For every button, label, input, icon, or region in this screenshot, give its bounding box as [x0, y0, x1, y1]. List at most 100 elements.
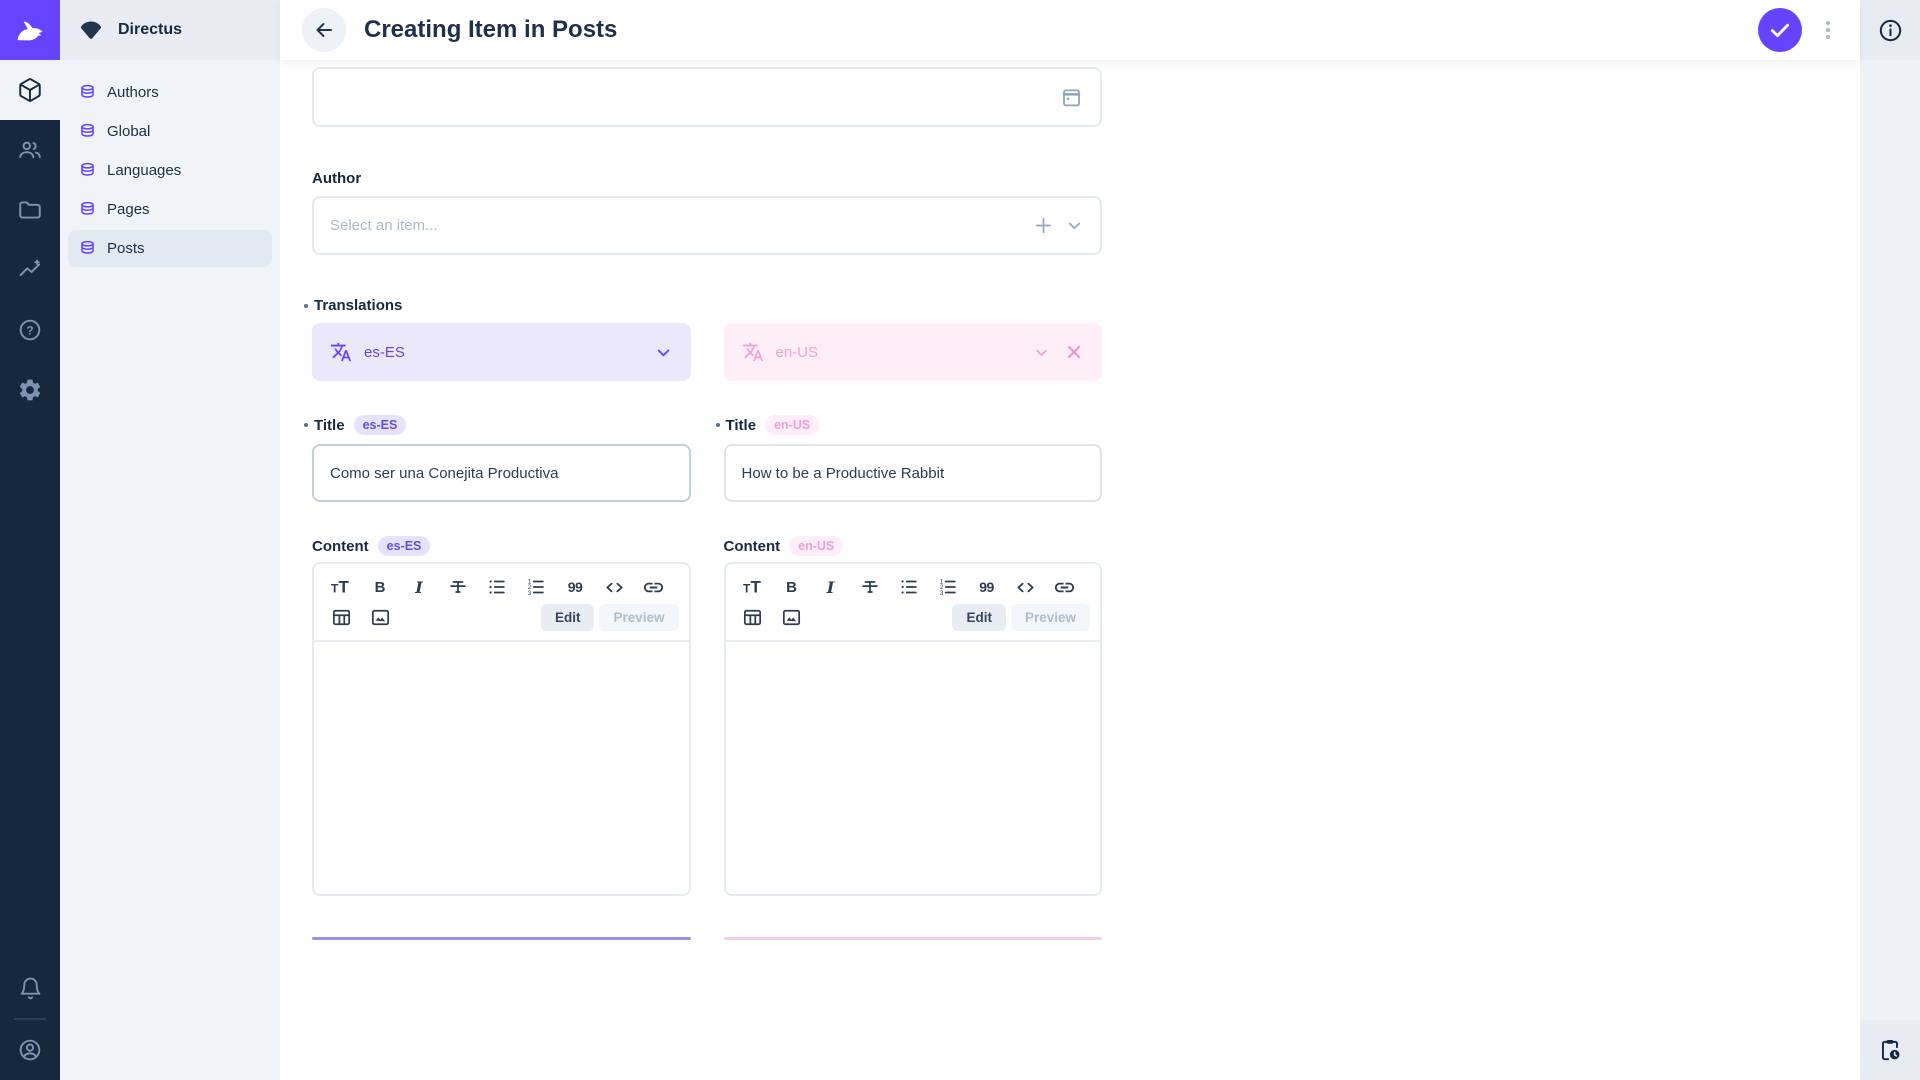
info-sidebar-button[interactable] [1860, 0, 1920, 60]
nav-item-label: Authors [107, 84, 159, 101]
markdown-editor-primary: T T B I [312, 562, 691, 896]
nav-item-label: Languages [107, 162, 181, 179]
code-icon[interactable] [601, 574, 627, 600]
module-insights[interactable] [0, 240, 60, 300]
preview-mode-button[interactable]: Preview [1011, 604, 1090, 631]
activity-sidebar-button[interactable] [1860, 1020, 1920, 1080]
heading-icon[interactable]: T T [328, 574, 354, 600]
nav-item-posts[interactable]: Posts [68, 230, 272, 267]
close-icon[interactable] [1064, 342, 1084, 362]
strikethrough-icon[interactable] [857, 574, 883, 600]
module-file-library[interactable] [0, 180, 60, 240]
title-field-secondary-block: Title en-US How to be a Productive Rabbi… [724, 414, 1103, 502]
directus-logo-button[interactable] [0, 0, 60, 60]
bold-icon[interactable]: B [367, 574, 393, 600]
language-selector-secondary[interactable]: en-US [724, 323, 1103, 381]
italic-icon[interactable]: I [406, 574, 432, 600]
main-area: Creating Item in Posts [280, 0, 1860, 1080]
nav-item-languages[interactable]: Languages [68, 152, 272, 189]
blockquote-icon[interactable]: 99 [562, 574, 588, 600]
rabbit-logo-icon [11, 11, 49, 49]
author-label: Author [312, 170, 1102, 187]
save-button[interactable] [1758, 8, 1802, 52]
language-selector-primary[interactable]: es-ES [312, 323, 691, 381]
preview-mode-button[interactable]: Preview [599, 604, 678, 631]
item-form: Author Select an item... [280, 60, 1860, 1080]
page-title: Creating Item in Posts [364, 16, 1740, 44]
title-input-secondary[interactable]: How to be a Productive Rabbit [724, 444, 1103, 502]
nav-item-authors[interactable]: Authors [68, 74, 272, 111]
plus-icon[interactable] [1032, 214, 1055, 237]
module-user-directory[interactable] [0, 120, 60, 180]
required-dot [304, 423, 308, 427]
module-content[interactable] [0, 60, 60, 120]
bullet-list-icon[interactable] [484, 574, 510, 600]
numbered-list-icon[interactable]: 1 2 3 [935, 574, 961, 600]
box-icon [17, 77, 43, 103]
chevron-down-icon[interactable] [654, 343, 673, 362]
help-icon: ? [17, 317, 43, 343]
svg-text:T: T [339, 578, 350, 597]
calendar-icon[interactable] [1059, 85, 1084, 110]
strikethrough-icon[interactable] [445, 574, 471, 600]
author-select[interactable]: Select an item... [312, 196, 1102, 255]
title-field-primary-block: Title es-ES Como ser una Conejita Produc… [312, 414, 691, 502]
content-label: Content es-ES [312, 536, 691, 556]
edit-mode-button[interactable]: Edit [952, 604, 1006, 631]
more-options-button[interactable] [1820, 13, 1836, 47]
edit-mode-button[interactable]: Edit [541, 604, 595, 631]
right-sidebar [1860, 0, 1920, 1080]
language-badge: es-ES [378, 536, 431, 556]
module-settings[interactable] [0, 360, 60, 420]
module-documentation[interactable]: ? [0, 300, 60, 360]
chevron-down-icon[interactable] [1033, 344, 1050, 361]
directus-app: ? [0, 0, 1920, 1080]
table-icon[interactable] [328, 605, 354, 631]
translations-label: Translations [312, 297, 1102, 314]
blockquote-icon[interactable]: 99 [974, 574, 1000, 600]
author-field-block: Author Select an item... [312, 170, 1102, 255]
publish-date-field[interactable] [312, 67, 1102, 127]
code-icon[interactable] [1013, 574, 1039, 600]
notifications-button[interactable] [0, 958, 60, 1018]
heading-icon[interactable]: T T [740, 574, 766, 600]
content-textarea-secondary[interactable] [726, 640, 1101, 894]
chevron-down-icon[interactable] [1065, 216, 1084, 235]
account-button[interactable] [0, 1020, 60, 1080]
nav-item-pages[interactable]: Pages [68, 191, 272, 228]
module-bar-spacer [0, 420, 60, 958]
content-textarea-primary[interactable] [314, 640, 689, 894]
language-badge: en-US [765, 415, 819, 435]
back-button[interactable] [302, 8, 346, 52]
nav-item-label: Posts [107, 240, 145, 257]
field-divider-primary [312, 937, 691, 940]
numbered-list-icon[interactable]: 1 2 3 [523, 574, 549, 600]
module-bar: ? [0, 0, 60, 1080]
project-name: Directus [118, 21, 182, 39]
insights-icon [17, 257, 43, 283]
image-icon[interactable] [367, 605, 393, 631]
nav-item-global[interactable]: Global [68, 113, 272, 150]
database-icon [78, 161, 97, 180]
info-icon [1877, 17, 1904, 44]
italic-icon[interactable]: I [818, 574, 844, 600]
language-badge: en-US [789, 536, 843, 556]
project-switcher[interactable]: Directus [60, 0, 280, 60]
bold-icon[interactable]: B [779, 574, 805, 600]
bullet-list-icon[interactable] [896, 574, 922, 600]
language-code: es-ES [364, 344, 405, 361]
title-input-primary[interactable]: Como ser una Conejita Productiva [312, 444, 691, 502]
check-icon [1767, 17, 1793, 43]
image-icon[interactable] [779, 605, 805, 631]
nav-item-label: Global [107, 123, 150, 140]
page-header: Creating Item in Posts [280, 0, 1860, 60]
content-label: Content en-US [724, 536, 1103, 556]
table-icon[interactable] [740, 605, 766, 631]
collection-list: Authors Global [60, 60, 280, 281]
users-icon [17, 137, 43, 163]
link-icon[interactable] [640, 574, 666, 600]
svg-text:3: 3 [939, 590, 943, 597]
editor-toolbar-row2: Edit Preview [726, 602, 1101, 640]
link-icon[interactable] [1052, 574, 1078, 600]
editor-toolbar: T T B I [314, 564, 689, 602]
